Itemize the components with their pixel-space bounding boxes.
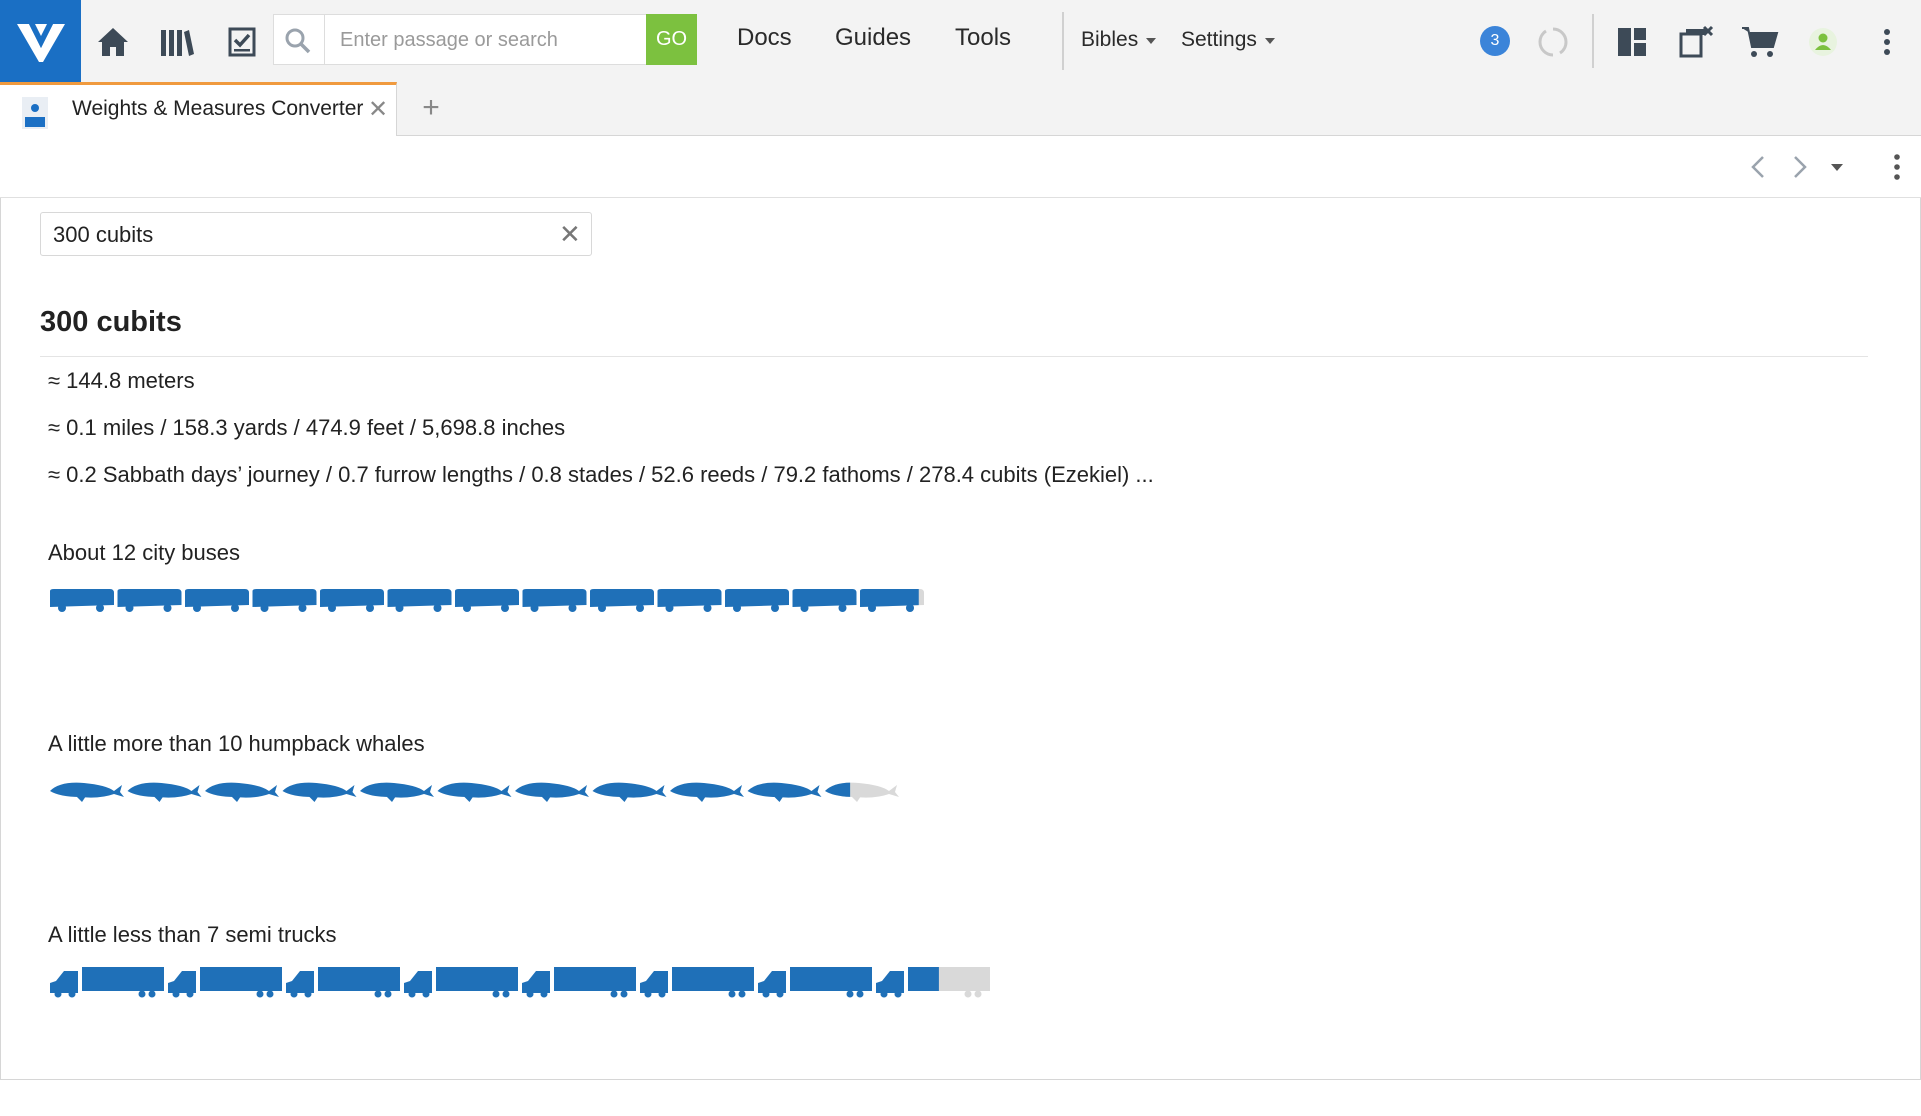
semi-truck-icon <box>286 967 400 998</box>
home-icon[interactable] <box>93 22 133 62</box>
settings-dropdown[interactable]: Settings <box>1181 28 1275 52</box>
search-box <box>273 14 697 65</box>
bus-icon <box>522 589 587 612</box>
checklist-icon[interactable] <box>222 22 262 62</box>
close-panels-icon[interactable] <box>1676 22 1716 62</box>
toolbar-divider <box>1592 14 1594 68</box>
bus-icon-row <box>50 589 924 612</box>
semi-truck-icon <box>758 967 872 998</box>
bus-icon <box>50 589 114 612</box>
account-icon[interactable] <box>1803 22 1843 62</box>
converter-query-input[interactable] <box>51 219 535 251</box>
semi-truck-icon-row <box>50 967 990 998</box>
whale-icon <box>360 782 434 802</box>
library-icon[interactable] <box>157 22 197 62</box>
bus-icon <box>657 589 722 612</box>
search-divider <box>324 15 325 64</box>
whale-icon <box>747 782 822 802</box>
bus-icon <box>387 589 452 612</box>
nav-docs[interactable]: Docs <box>737 24 792 52</box>
whale-icon <box>592 782 667 802</box>
whale-icon <box>127 782 202 802</box>
nav-divider <box>1062 12 1064 70</box>
semi-truck-icon <box>168 967 282 998</box>
panel-menu-icon[interactable] <box>1892 152 1902 182</box>
converter-tab-icon <box>22 97 48 129</box>
result-heading: 300 cubits <box>40 306 182 338</box>
whale-icon <box>437 782 512 802</box>
tab-weights-measures[interactable]: Weights & Measures Converter ✕ <box>0 82 397 136</box>
bus-icon <box>792 589 857 612</box>
search-input[interactable] <box>338 22 642 58</box>
bus-icon-partial-fill <box>860 589 919 612</box>
comparison-label-trucks: A little less than 7 semi trucks <box>48 922 337 947</box>
bibles-dropdown[interactable]: Bibles <box>1081 28 1157 52</box>
whale-icon <box>50 782 124 802</box>
bibles-label: Bibles <box>1081 28 1139 51</box>
heading-divider <box>40 356 1868 357</box>
search-icon <box>285 28 311 54</box>
semi-truck-icon <box>50 967 164 998</box>
forward-icon[interactable] <box>1792 154 1808 180</box>
converter-query-box: ✕ <box>40 212 592 256</box>
bus-icon <box>455 589 519 612</box>
whale-icon <box>515 782 589 802</box>
settings-label: Settings <box>1181 28 1257 51</box>
semi-truck-icon <box>640 967 754 998</box>
panel-toolbar <box>0 136 1921 198</box>
nav-guides[interactable]: Guides <box>835 24 911 52</box>
layout-icon[interactable] <box>1612 22 1652 62</box>
logo-icon <box>16 24 65 62</box>
whale-icon-row <box>50 782 899 802</box>
history-dropdown-icon[interactable] <box>1830 163 1844 173</box>
bus-icon <box>590 589 654 612</box>
whale-icon <box>670 782 744 802</box>
tab-title: Weights & Measures Converter <box>72 97 364 120</box>
top-bar: GO Docs Guides Tools Bibles Settings 3 <box>0 0 1921 82</box>
bus-icon <box>252 589 317 612</box>
bus-icon <box>185 589 249 612</box>
whale-icon <box>282 782 357 802</box>
notification-badge[interactable]: 3 <box>1480 26 1510 56</box>
comparison-bar-whales <box>48 776 901 811</box>
more-vertical-icon[interactable] <box>1867 22 1907 62</box>
conversion-ancient: ≈ 0.2 Sabbath days’ journey / 0.7 furrow… <box>48 462 1154 487</box>
go-button[interactable]: GO <box>646 14 697 65</box>
conversion-metric: ≈ 144.8 meters <box>48 368 195 393</box>
bus-icon <box>725 589 789 612</box>
tab-bar: Weights & Measures Converter ✕ <box>0 82 1921 136</box>
chevron-down-icon <box>1264 38 1275 44</box>
comparison-label-buses: About 12 city buses <box>48 540 241 565</box>
comparison-label-whales: A little more than 10 humpback whales <box>48 731 425 756</box>
semi-truck-icon <box>404 967 518 998</box>
whale-icon <box>205 782 279 802</box>
comparison-bar-trucks <box>48 966 992 1005</box>
comparison-bar-buses <box>48 586 926 621</box>
nav-tools[interactable]: Tools <box>955 24 1011 52</box>
clear-icon[interactable]: ✕ <box>559 219 581 250</box>
bus-icon <box>320 589 384 612</box>
semi-truck-icon <box>522 967 636 998</box>
close-icon[interactable]: ✕ <box>368 95 388 124</box>
conversion-imperial: ≈ 0.1 miles / 158.3 yards / 474.9 feet /… <box>48 415 566 440</box>
cart-icon[interactable] <box>1740 22 1780 62</box>
sync-icon[interactable] <box>1533 22 1573 62</box>
app-logo[interactable] <box>0 0 81 82</box>
chevron-down-icon <box>1146 38 1157 44</box>
new-tab-button[interactable]: + <box>416 88 446 128</box>
back-icon[interactable] <box>1750 154 1766 180</box>
bus-icon <box>117 589 182 612</box>
